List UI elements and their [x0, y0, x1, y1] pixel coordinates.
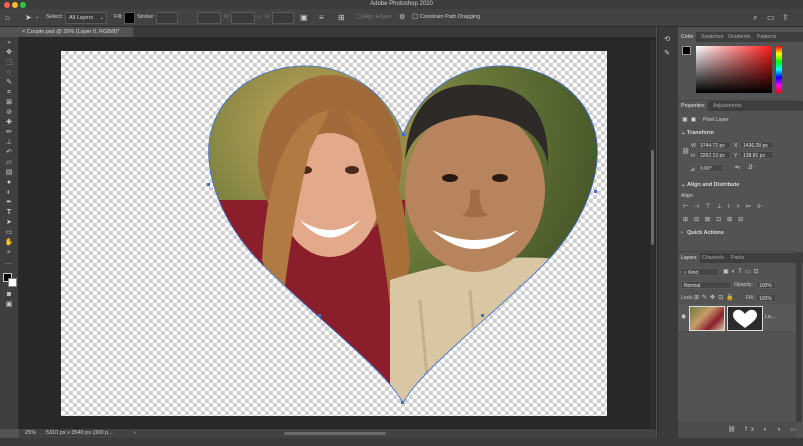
- layer-type-label: Pixel Layer: [703, 117, 729, 123]
- h-label: H: [691, 153, 695, 159]
- mask-icon: ◼: [691, 117, 696, 123]
- tab-adjustments[interactable]: Adjustments: [710, 101, 745, 111]
- flip-vertical-icon[interactable]: ⇵: [748, 164, 753, 171]
- x-field[interactable]: 1436.28 px: [740, 141, 774, 149]
- fill-field[interactable]: 100%: [756, 294, 776, 302]
- opacity-field[interactable]: 100%: [756, 281, 776, 289]
- height-field[interactable]: 3262.13 px: [697, 151, 731, 159]
- width-field[interactable]: 3744.72 px: [697, 141, 731, 149]
- angle-field[interactable]: 0.00°: [697, 164, 723, 172]
- quick-actions-title[interactable]: Quick Actions: [687, 230, 724, 236]
- layer-name[interactable]: La...: [765, 314, 775, 320]
- brushes-panel-icon[interactable]: ✎: [662, 49, 672, 58]
- tab-layers[interactable]: Layers: [678, 253, 700, 263]
- opacity-label: Opacity:: [734, 282, 754, 288]
- document-info[interactable]: 5310 px x 3540 px (300 p...: [46, 429, 113, 438]
- properties-panel-tabs: Properties Adjustments: [678, 101, 803, 111]
- color-panel-tabs: Color Swatches Gradients Patterns: [678, 32, 803, 42]
- layer-row[interactable]: ◉ La...: [678, 304, 796, 331]
- divider: [678, 251, 796, 252]
- layer-filter-kind: Kind: [688, 270, 699, 276]
- flip-horizontal-icon[interactable]: ⇋: [735, 164, 740, 171]
- layer-filter-icons[interactable]: ▣◐T▭⊡: [723, 268, 762, 275]
- tab-swatches[interactable]: Swatches: [698, 32, 727, 42]
- quick-actions-chevron-icon[interactable]: ›: [681, 230, 683, 236]
- w-label: W: [691, 143, 696, 149]
- link-dimensions-icon[interactable]: ⛓: [682, 148, 690, 155]
- y-label: Y: [734, 153, 738, 159]
- align-section-title[interactable]: Align and Distribute: [687, 182, 739, 188]
- tab-patterns[interactable]: Patterns: [754, 32, 779, 42]
- layer-filter-dropdown[interactable]: ⌕ Kind: [681, 268, 719, 276]
- fill-label: Fill:: [746, 295, 755, 301]
- vertical-scrollbar[interactable]: [651, 150, 654, 245]
- align-label: Align:: [681, 193, 694, 199]
- tab-gradients[interactable]: Gradients: [725, 32, 754, 42]
- tab-paths[interactable]: Paths: [728, 253, 747, 263]
- eye-icon[interactable]: ◉: [681, 313, 686, 320]
- hue-slider[interactable]: [776, 46, 782, 93]
- distribute-buttons-row[interactable]: ⊞⊟⊠⊡⊞⊟: [683, 216, 749, 223]
- layers-panel-tabs: Layers Channels Paths: [678, 253, 803, 263]
- horizontal-scrollbar[interactable]: [284, 432, 386, 435]
- pixel-layer-icon: ▣: [682, 117, 688, 123]
- transform-section-chevron-icon[interactable]: ⌄: [681, 130, 686, 136]
- rotate-icon: ⊿: [690, 167, 696, 173]
- vertical-scrollbar-track: [650, 40, 655, 428]
- history-panel-icon[interactable]: ⟲: [662, 35, 672, 44]
- layer-mask-thumbnail[interactable]: [727, 306, 763, 331]
- align-buttons-row[interactable]: ⊢⊣⊤⊥⊦⊧⊨⊩: [683, 203, 769, 210]
- blend-mode-dropdown[interactable]: Normal: [681, 281, 731, 289]
- layer-action-icons[interactable]: ⛓ fx ◐ ◑ ▭ ⊞ 🗑: [728, 426, 803, 433]
- panel-dock: ⟲ ✎: [657, 27, 678, 438]
- align-section-chevron-icon[interactable]: ⌄: [681, 182, 686, 188]
- zoom-level[interactable]: 25%: [25, 429, 36, 438]
- lock-icons[interactable]: ⊞✎✥⊡🔒: [694, 294, 737, 301]
- status-bar: 25% 5310 px x 3540 px (300 p... ›: [19, 429, 656, 438]
- window-bottom: [0, 438, 803, 446]
- layers-panel-footer: ⛓ fx ◐ ◑ ▭ ⊞ 🗑: [678, 422, 803, 438]
- foreground-color-chip[interactable]: [682, 46, 691, 55]
- tab-properties[interactable]: Properties: [678, 101, 708, 111]
- x-label: X: [734, 143, 738, 149]
- layer-thumbnail[interactable]: [689, 306, 725, 331]
- heart-mask-icon: [733, 309, 757, 328]
- color-field[interactable]: [696, 46, 772, 93]
- status-chevron-icon[interactable]: ›: [134, 429, 136, 438]
- lock-label: Lock:: [681, 295, 694, 301]
- transform-section-title[interactable]: Transform: [687, 130, 714, 136]
- tab-channels[interactable]: Channels: [699, 253, 727, 263]
- tab-color[interactable]: Color: [678, 32, 697, 42]
- y-field[interactable]: 138.81 px: [740, 151, 774, 159]
- layers-scrollbar[interactable]: [796, 252, 802, 422]
